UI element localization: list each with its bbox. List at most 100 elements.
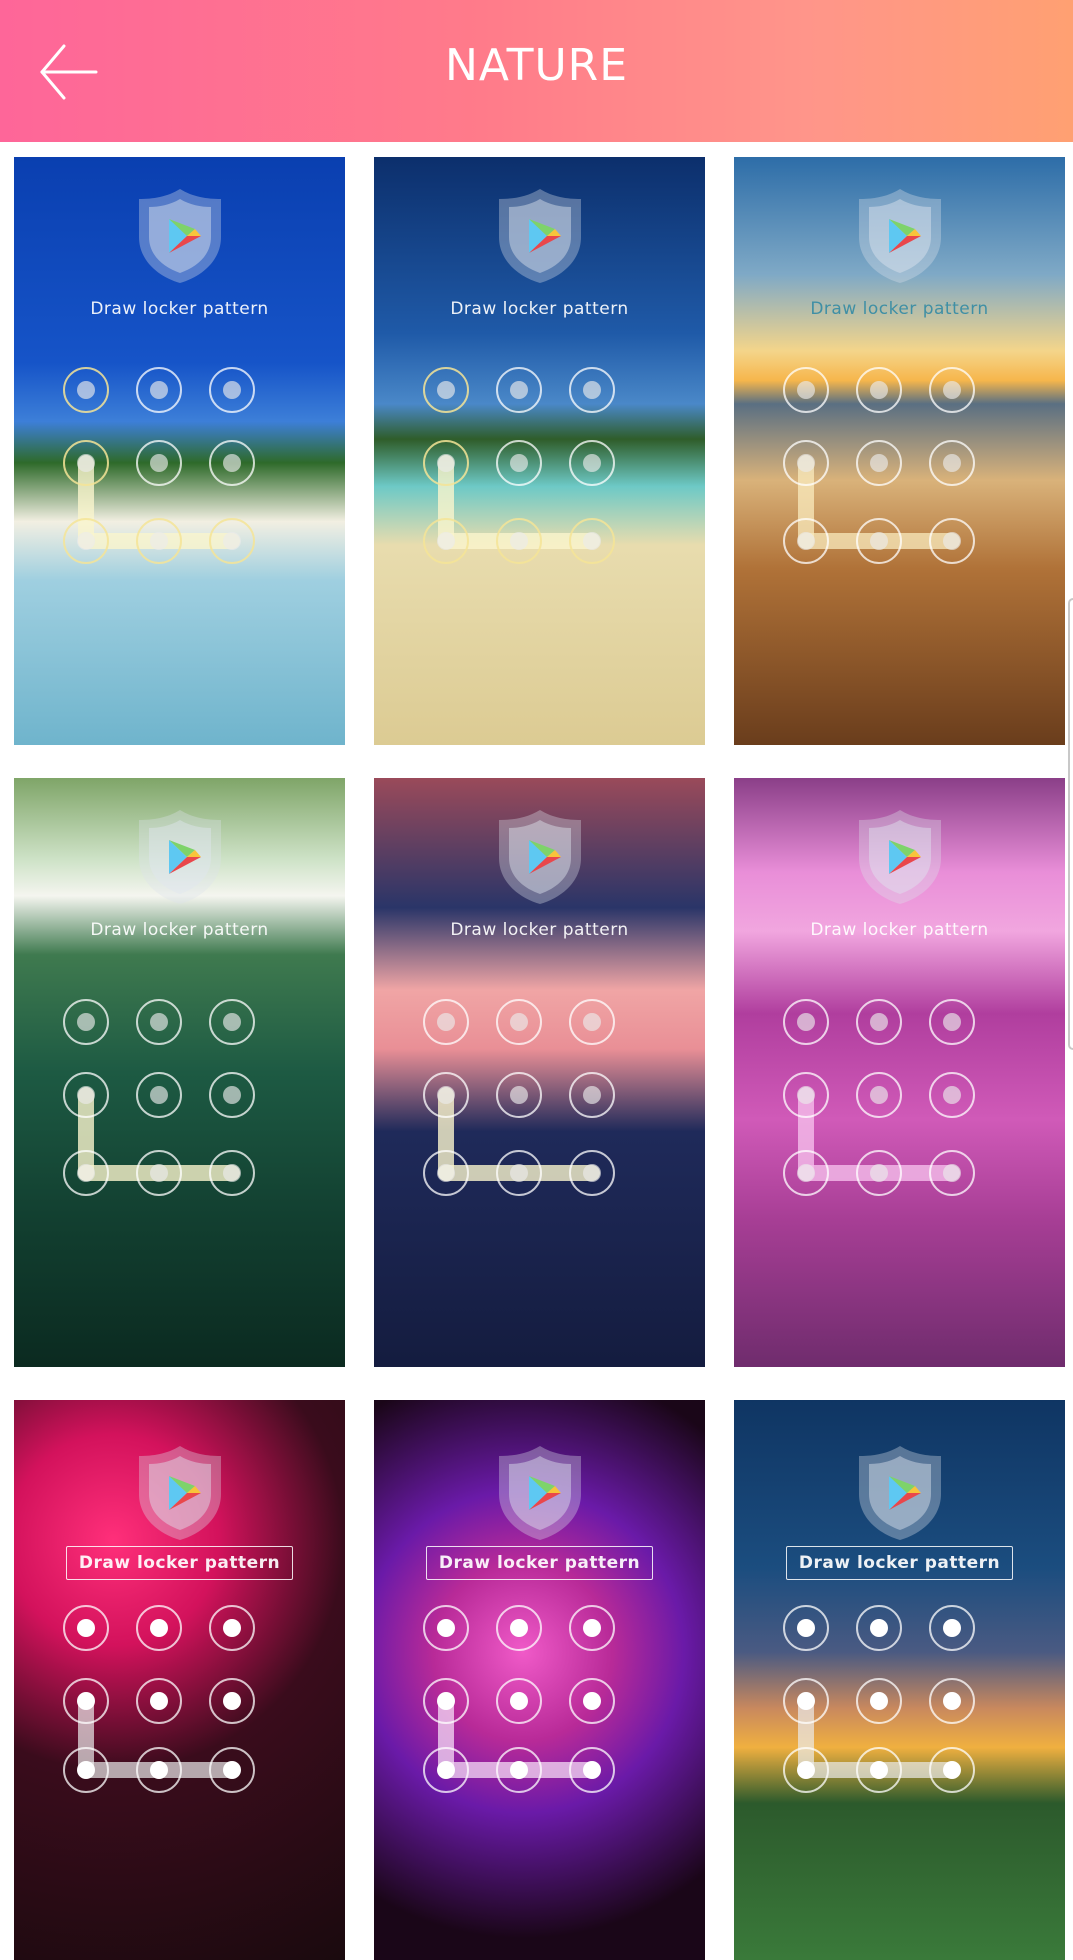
theme-tile[interactable]: Draw locker pattern — [734, 1400, 1065, 1960]
pattern-node-dot — [150, 1692, 168, 1710]
pattern-node-dot — [870, 1164, 888, 1182]
pattern-node-dot — [943, 1086, 961, 1104]
pattern-node-dot — [223, 532, 241, 550]
pattern-node-dot — [223, 1761, 241, 1779]
pattern-node-dot — [870, 1761, 888, 1779]
pattern-node-dot — [223, 381, 241, 399]
pattern-node-dot — [583, 1619, 601, 1637]
pattern-node-dot — [437, 1692, 455, 1710]
pattern-node-dot — [77, 1086, 95, 1104]
pattern-lock-preview — [14, 778, 345, 1196]
theme-tile[interactable]: Draw locker pattern — [374, 1400, 705, 1960]
pattern-node-dot — [943, 1164, 961, 1182]
pattern-node-dot — [797, 1761, 815, 1779]
pattern-node-dot — [77, 1692, 95, 1710]
pattern-node-dot — [870, 381, 888, 399]
theme-tile[interactable]: Draw locker pattern — [14, 778, 345, 1367]
pattern-node-dot — [797, 532, 815, 550]
pattern-node-dot — [870, 1086, 888, 1104]
pattern-node-dot — [150, 454, 168, 472]
pattern-node-dot — [77, 1013, 95, 1031]
pattern-node-dot — [150, 1619, 168, 1637]
pattern-lock-preview — [734, 1400, 1065, 1800]
pattern-node-dot — [437, 381, 455, 399]
pattern-node-dot — [583, 454, 601, 472]
pattern-node-dot — [77, 381, 95, 399]
pattern-lock-preview — [734, 157, 1065, 564]
theme-tile[interactable]: Draw locker pattern — [14, 157, 345, 745]
pattern-node-dot — [943, 1619, 961, 1637]
pattern-node-dot — [223, 1692, 241, 1710]
theme-tile[interactable]: Draw locker pattern — [374, 157, 705, 745]
pattern-node-dot — [437, 1761, 455, 1779]
pattern-node-dot — [797, 454, 815, 472]
pattern-node-dot — [223, 1013, 241, 1031]
pattern-node-dot — [797, 1619, 815, 1637]
pattern-node-dot — [150, 1761, 168, 1779]
pattern-node-dot — [583, 1761, 601, 1779]
pattern-node-dot — [150, 532, 168, 550]
pattern-node-dot — [510, 1164, 528, 1182]
theme-tile[interactable]: Draw locker pattern — [734, 157, 1065, 745]
pattern-node-dot — [943, 1761, 961, 1779]
pattern-node-dot — [223, 1164, 241, 1182]
scroll-indicator[interactable] — [1068, 598, 1073, 1050]
pattern-node-dot — [870, 454, 888, 472]
pattern-node-dot — [223, 454, 241, 472]
pattern-node-dot — [437, 1086, 455, 1104]
pattern-node-dot — [797, 381, 815, 399]
pattern-node-dot — [943, 454, 961, 472]
pattern-node-dot — [943, 1013, 961, 1031]
pattern-node-dot — [510, 1761, 528, 1779]
pattern-node-dot — [797, 1013, 815, 1031]
pattern-lock-preview — [14, 157, 345, 564]
theme-tile[interactable]: Draw locker pattern — [734, 778, 1065, 1367]
pattern-node-dot — [437, 454, 455, 472]
pattern-node-dot — [583, 532, 601, 550]
pattern-node-dot — [437, 1013, 455, 1031]
pattern-node-dot — [77, 1619, 95, 1637]
pattern-node-dot — [77, 532, 95, 550]
pattern-node-dot — [583, 1086, 601, 1104]
pattern-node-dot — [583, 1164, 601, 1182]
pattern-lock-preview — [734, 778, 1065, 1196]
pattern-node-dot — [77, 1761, 95, 1779]
pattern-node-dot — [870, 1013, 888, 1031]
pattern-node-dot — [437, 1619, 455, 1637]
pattern-node-dot — [150, 1086, 168, 1104]
pattern-node-dot — [510, 1013, 528, 1031]
pattern-node-dot — [510, 1086, 528, 1104]
pattern-node-dot — [870, 1619, 888, 1637]
pattern-node-dot — [437, 1164, 455, 1182]
pattern-node-dot — [150, 381, 168, 399]
pattern-node-dot — [510, 381, 528, 399]
pattern-node-dot — [943, 381, 961, 399]
pattern-node-dot — [797, 1164, 815, 1182]
pattern-node-dot — [583, 381, 601, 399]
pattern-node-dot — [510, 1619, 528, 1637]
pattern-node-dot — [510, 1692, 528, 1710]
pattern-lock-preview — [374, 157, 705, 564]
pattern-node-dot — [223, 1619, 241, 1637]
pattern-lock-preview — [374, 1400, 705, 1800]
theme-grid: Draw locker pattern Draw locker pattern … — [0, 0, 1073, 1960]
pattern-node-dot — [870, 532, 888, 550]
pattern-node-dot — [583, 1692, 601, 1710]
pattern-node-dot — [943, 1692, 961, 1710]
pattern-node-dot — [150, 1164, 168, 1182]
pattern-node-dot — [150, 1013, 168, 1031]
pattern-node-dot — [437, 532, 455, 550]
pattern-lock-preview — [14, 1400, 345, 1800]
pattern-node-dot — [77, 454, 95, 472]
theme-tile[interactable]: Draw locker pattern — [14, 1400, 345, 1960]
pattern-node-dot — [583, 1013, 601, 1031]
pattern-node-dot — [510, 454, 528, 472]
theme-tile[interactable]: Draw locker pattern — [374, 778, 705, 1367]
pattern-lock-preview — [374, 778, 705, 1196]
pattern-node-dot — [223, 1086, 241, 1104]
pattern-node-dot — [510, 532, 528, 550]
pattern-node-dot — [797, 1692, 815, 1710]
pattern-node-dot — [77, 1164, 95, 1182]
pattern-node-dot — [870, 1692, 888, 1710]
pattern-node-dot — [797, 1086, 815, 1104]
